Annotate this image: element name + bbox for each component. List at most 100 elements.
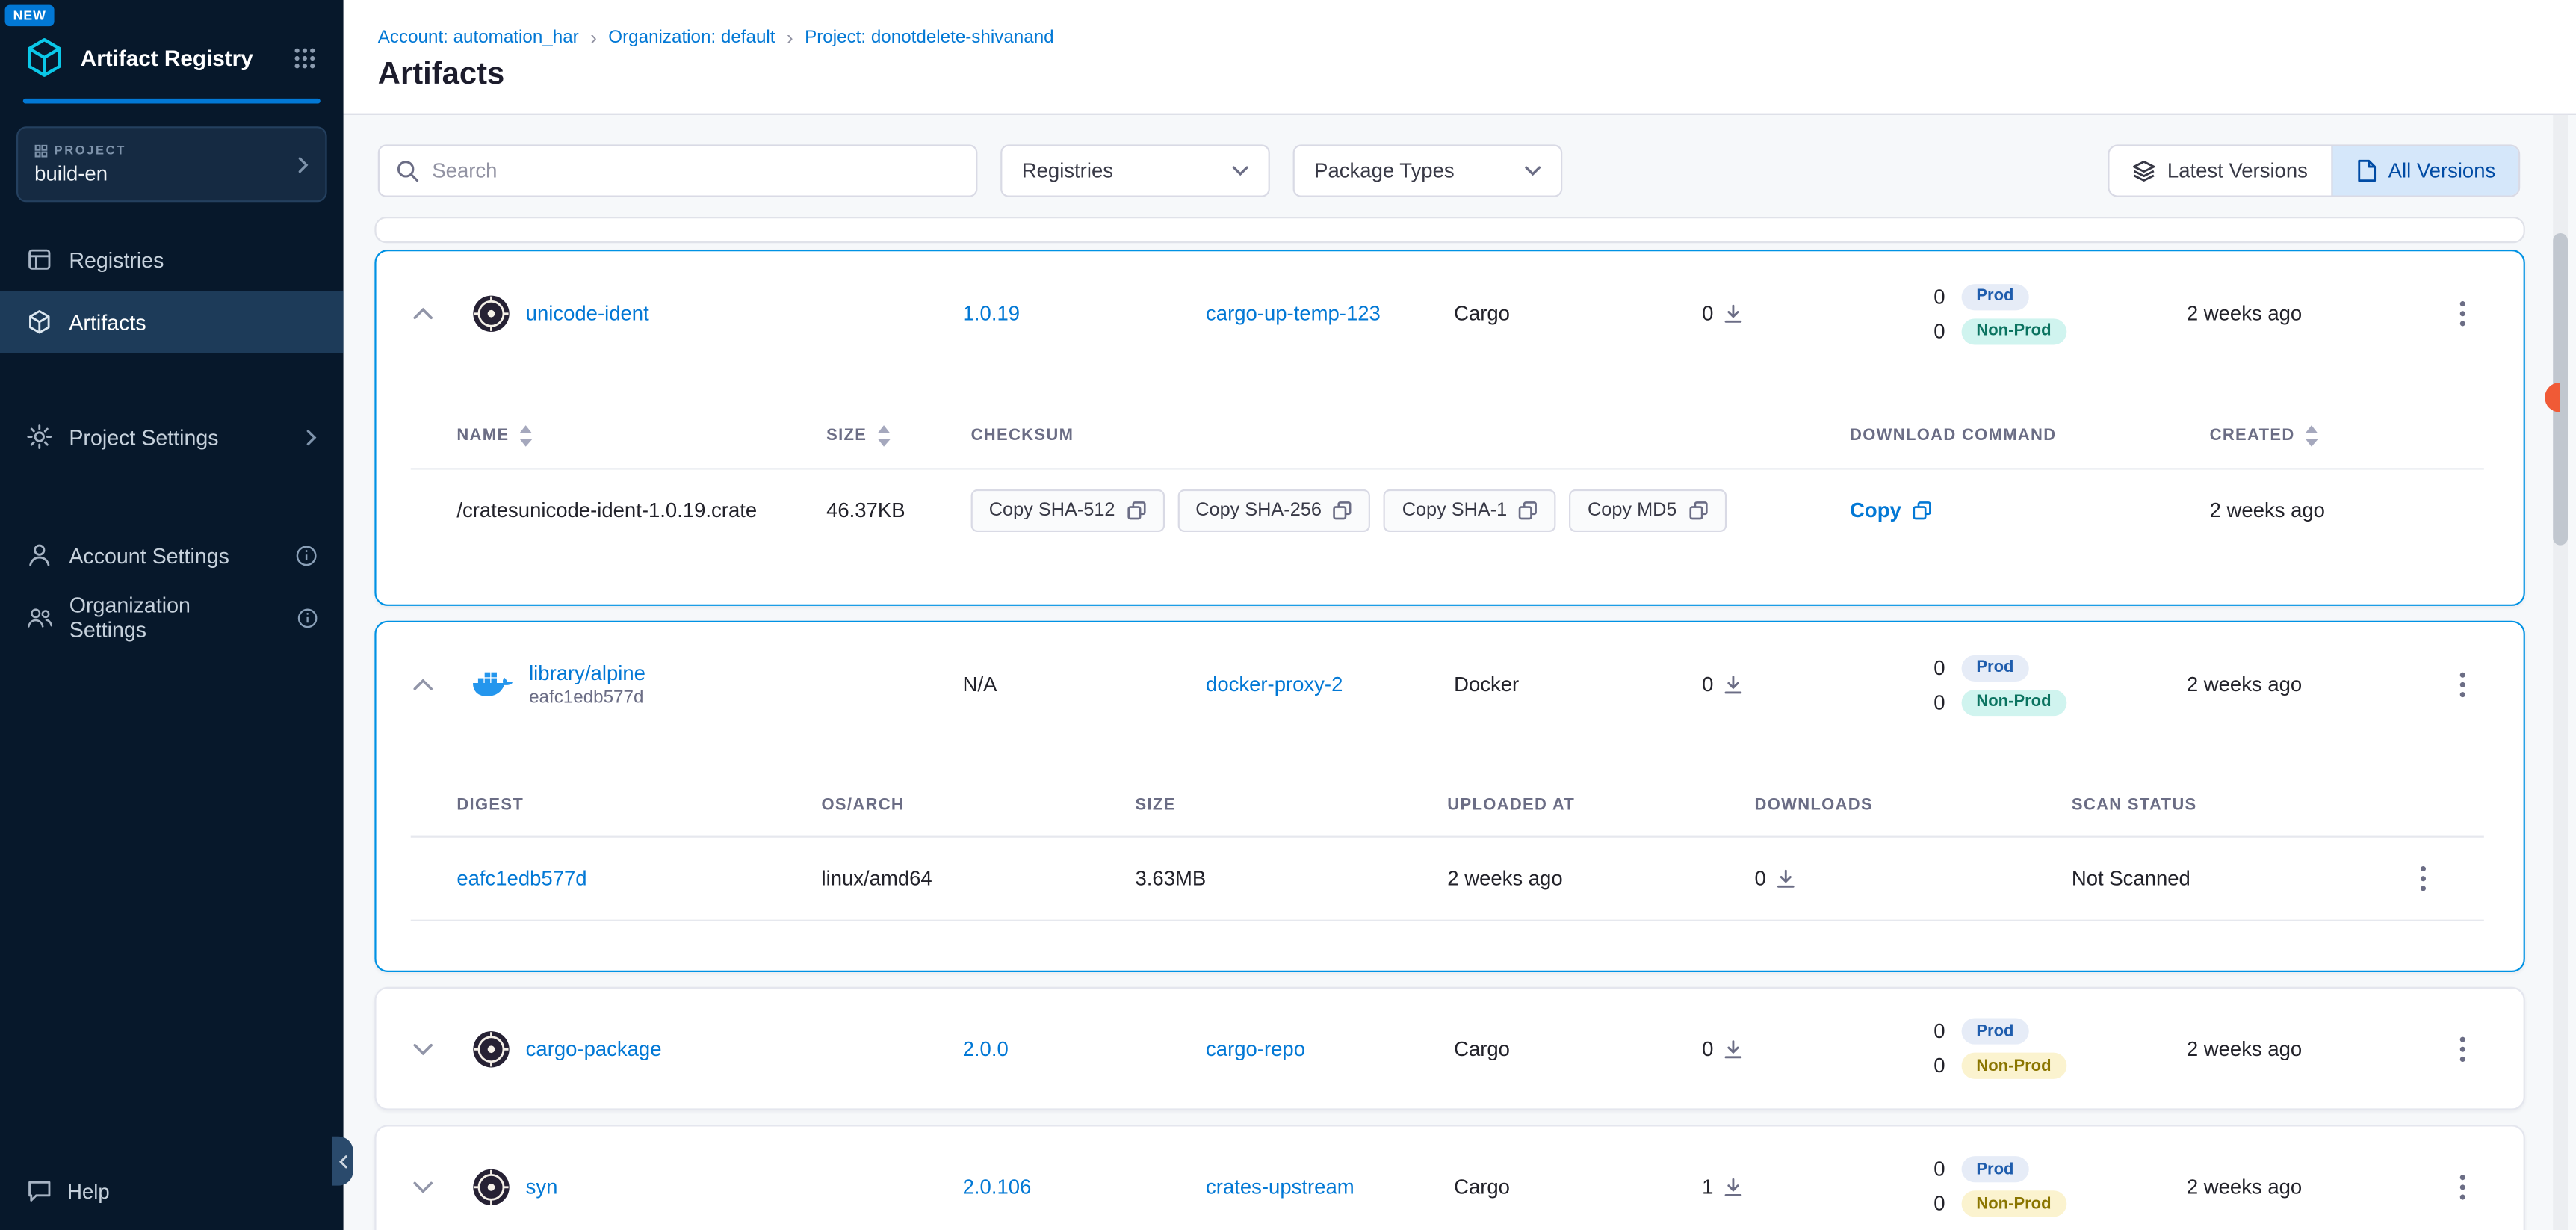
- help-button[interactable]: Help: [26, 1179, 110, 1204]
- column-header-created[interactable]: CREATED: [2210, 425, 2484, 447]
- prod-badge: Prod: [1962, 283, 2029, 309]
- row-menu-button[interactable]: [2441, 1027, 2483, 1070]
- download-icon: [1724, 1177, 1743, 1196]
- row-menu-button[interactable]: [2402, 857, 2445, 900]
- artifact-name-link[interactable]: library/alpine: [529, 662, 645, 685]
- kebab-menu-icon: [2459, 672, 2465, 698]
- artifact-registry-link[interactable]: cargo-repo: [1206, 1037, 1454, 1060]
- nonprod-badge: Non-Prod: [1962, 1053, 2066, 1079]
- copy-download-command-button[interactable]: Copy: [1850, 499, 2210, 522]
- registries-filter-label: Registries: [1022, 159, 1113, 182]
- latest-versions-button[interactable]: Latest Versions: [2110, 146, 2331, 196]
- package-types-filter-dropdown[interactable]: Package Types: [1293, 144, 1563, 197]
- breadcrumb: Account: automation_har › Organization: …: [378, 28, 2576, 47]
- search-input[interactable]: [432, 159, 959, 182]
- sidebar-item-label: Organization Settings: [69, 593, 264, 642]
- module-grid-icon[interactable]: [292, 45, 317, 69]
- chevron-down-icon: [412, 1180, 433, 1193]
- page-title: Artifacts: [378, 58, 2576, 93]
- app-window: NEW Artifact Registry PRO: [0, 0, 2576, 1230]
- info-icon[interactable]: [297, 607, 317, 628]
- column-header-name[interactable]: NAME: [456, 425, 826, 447]
- row-menu-button[interactable]: [2441, 664, 2483, 706]
- sidebar-item-label: Project Settings: [69, 424, 218, 449]
- artifacts-icon: [26, 309, 52, 335]
- column-header-label: DIGEST: [456, 797, 524, 815]
- sidebar-item-organization-settings[interactable]: Organization Settings: [0, 587, 344, 649]
- all-versions-button[interactable]: All Versions: [2331, 146, 2518, 196]
- artifact-versions-table: DIGEST OS/ARCH SIZE UPLOADED AT DOWNLOAD: [377, 747, 2524, 971]
- prod-count: 0: [1913, 1020, 1945, 1043]
- artifact-registry-logo-icon: [23, 36, 66, 78]
- row-menu-button[interactable]: [2441, 292, 2483, 335]
- nonprod-count: 0: [1913, 690, 1945, 714]
- breadcrumb-separator: ›: [590, 28, 597, 47]
- artifact-name-link[interactable]: syn: [526, 1175, 558, 1198]
- sidebar-item-label: Artifacts: [69, 309, 146, 334]
- breadcrumb-organization[interactable]: Organization: default: [608, 28, 775, 47]
- artifact-registry-link[interactable]: docker-proxy-2: [1206, 673, 1454, 696]
- expand-row-button[interactable]: [377, 1180, 449, 1193]
- artifact-created: 2 weeks ago: [2150, 673, 2397, 696]
- size-value: 3.63MB: [1135, 867, 1447, 890]
- kebab-menu-icon: [2459, 300, 2465, 327]
- artifact-version-link[interactable]: 2.0.106: [963, 1175, 1206, 1198]
- artifact-row: unicode-ident 1.0.19 cargo-up-temp-123 C…: [377, 251, 2524, 376]
- column-header-size: SIZE: [1135, 797, 1447, 815]
- digest-link[interactable]: eafc1edb577d: [456, 867, 821, 890]
- uploaded-at-value: 2 weeks ago: [1447, 867, 1754, 890]
- artifact-registry-link[interactable]: crates-upstream: [1206, 1175, 1454, 1198]
- artifact-card-syn: syn 2.0.106 crates-upstream Cargo 1 0: [374, 1125, 2524, 1230]
- copy-sha256-button[interactable]: Copy SHA-256: [1177, 489, 1371, 532]
- sort-icon: [519, 425, 533, 447]
- breadcrumb-project[interactable]: Project: donotdelete-shivanand: [805, 28, 1054, 47]
- artifact-version-link[interactable]: 2.0.0: [963, 1037, 1206, 1060]
- collapse-row-button[interactable]: [377, 307, 449, 321]
- partially-scrolled-card: [374, 217, 2524, 243]
- registries-filter-dropdown[interactable]: Registries: [1000, 144, 1270, 197]
- breadcrumb-separator: ›: [787, 28, 793, 47]
- column-header-label: SIZE: [1135, 797, 1175, 815]
- artifact-package-type: Cargo: [1454, 302, 1702, 325]
- column-header-checksum: CHECKSUM: [971, 427, 1850, 445]
- prod-count: 0: [1913, 1158, 1945, 1181]
- chevron-down-icon: [1232, 166, 1248, 176]
- row-menu-button[interactable]: [2441, 1165, 2483, 1208]
- artifact-name-link[interactable]: unicode-ident: [526, 302, 649, 325]
- copy-button-label: Copy SHA-1: [1402, 501, 1508, 520]
- prod-badge: Prod: [1962, 1156, 2029, 1182]
- artifact-registry-link[interactable]: cargo-up-temp-123: [1206, 302, 1454, 325]
- os-arch-value: linux/amd64: [821, 867, 1135, 890]
- column-header-size[interactable]: SIZE: [826, 425, 971, 447]
- project-selector[interactable]: PROJECT build-en: [16, 126, 327, 202]
- nonprod-count: 0: [1913, 1054, 1945, 1078]
- copy-sha512-button[interactable]: Copy SHA-512: [971, 489, 1165, 532]
- column-header-label: SCAN STATUS: [2072, 797, 2197, 815]
- collapse-row-button[interactable]: [377, 679, 449, 692]
- sidebar-item-project-settings[interactable]: Project Settings: [0, 406, 344, 469]
- expand-row-button[interactable]: [377, 1042, 449, 1055]
- breadcrumb-account[interactable]: Account: automation_har: [378, 28, 579, 47]
- sidebar: NEW Artifact Registry PRO: [0, 0, 344, 1230]
- column-header-download-command: DOWNLOAD COMMAND: [1850, 427, 2210, 445]
- copy-sha1-button[interactable]: Copy SHA-1: [1384, 489, 1557, 532]
- nonprod-count: 0: [1913, 319, 1945, 342]
- artifact-version-link[interactable]: 1.0.19: [963, 302, 1206, 325]
- docker-icon: [471, 667, 514, 702]
- sidebar-collapse-button[interactable]: [332, 1137, 353, 1186]
- column-header-label: SIZE: [826, 427, 867, 445]
- copy-icon: [1333, 501, 1352, 520]
- copy-md5-button[interactable]: Copy MD5: [1570, 489, 1727, 532]
- cargo-icon: [471, 1166, 511, 1206]
- copy-button-label: Copy SHA-512: [989, 501, 1115, 520]
- artifact-download-count: 0: [1702, 1037, 1713, 1060]
- sidebar-item-registries[interactable]: Registries: [0, 228, 344, 291]
- sidebar-item-account-settings[interactable]: Account Settings: [0, 524, 344, 587]
- info-icon[interactable]: [296, 545, 318, 566]
- artifact-digest: eafc1edb577d: [529, 688, 645, 708]
- nonprod-badge: Non-Prod: [1962, 318, 2066, 344]
- sidebar-item-artifacts[interactable]: Artifacts: [0, 291, 344, 353]
- artifact-name-link[interactable]: cargo-package: [526, 1037, 662, 1060]
- copy-icon: [1519, 501, 1538, 520]
- artifact-row: syn 2.0.106 crates-upstream Cargo 1 0: [377, 1127, 2524, 1230]
